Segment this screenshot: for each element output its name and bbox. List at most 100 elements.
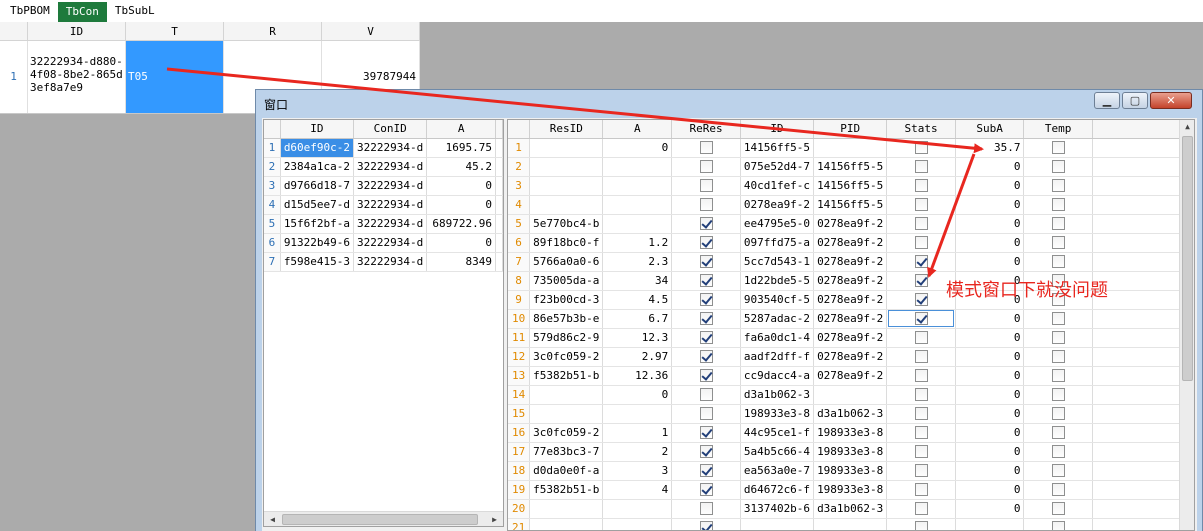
cell-conid[interactable]: 32222934-d: [353, 252, 428, 272]
temp-checkbox[interactable]: [1051, 407, 1065, 421]
cell-temp[interactable]: [1023, 157, 1093, 177]
temp-checkbox[interactable]: [1051, 521, 1065, 530]
stats-checkbox[interactable]: [914, 331, 928, 345]
table-row[interactable]: 5 5e770bc4-b ee4795e5-0 0278ea9f-2 0: [508, 214, 1194, 234]
stats-checkbox[interactable]: [914, 464, 928, 478]
cell-a[interactable]: [602, 518, 673, 530]
cell-reres[interactable]: [671, 366, 741, 386]
column-header-id[interactable]: ID: [28, 22, 126, 41]
cell-id[interactable]: aadf2dff-f: [740, 347, 815, 367]
cell-id[interactable]: 40cd1fef-c: [740, 176, 815, 196]
table-row[interactable]: 1 d60ef90c-2 32222934-d 1695.75: [264, 138, 503, 158]
scrollbar-thumb[interactable]: [282, 514, 478, 525]
cell-a[interactable]: 4.5: [602, 290, 673, 310]
cell-temp[interactable]: [1023, 385, 1093, 405]
right-grid-vertical-scrollbar[interactable]: ▲: [1179, 120, 1194, 530]
cell-id[interactable]: 2384a1ca-2: [280, 157, 355, 177]
cell-a[interactable]: 45.2: [426, 157, 496, 177]
cell-pid[interactable]: 0278ea9f-2: [813, 366, 888, 386]
cell-suba[interactable]: 0: [955, 347, 1025, 367]
cell-id[interactable]: 3137402b-6: [740, 499, 815, 519]
table-row[interactable]: 11 579d86c2-9 12.3 fa6a0dc1-4 0278ea9f-2 0: [508, 328, 1194, 348]
cell-temp[interactable]: [1023, 461, 1093, 481]
temp-checkbox[interactable]: [1051, 160, 1065, 174]
reres-checkbox[interactable]: [699, 274, 713, 288]
cell-temp[interactable]: [1023, 252, 1093, 272]
cell-pid[interactable]: [813, 518, 888, 530]
cell-stats[interactable]: [886, 309, 956, 329]
cell-resid[interactable]: 89f18bc0-f: [529, 233, 604, 253]
scroll-left-icon[interactable]: ◀: [266, 514, 279, 525]
cell-pid[interactable]: 0278ea9f-2: [813, 233, 888, 253]
cell-temp[interactable]: [1023, 499, 1093, 519]
cell-reres[interactable]: [671, 461, 741, 481]
cell-a[interactable]: 3: [602, 461, 673, 481]
table-row[interactable]: 3 d9766d18-7 32222934-d 0: [264, 176, 503, 196]
temp-checkbox[interactable]: [1051, 369, 1065, 383]
cell-a[interactable]: 0: [426, 176, 496, 196]
column-header-r[interactable]: R: [224, 22, 322, 41]
temp-checkbox[interactable]: [1051, 179, 1065, 193]
tab-tbsubl[interactable]: TbSubL: [107, 0, 163, 22]
table-row[interactable]: 16 3c0fc059-2 1 44c95ce1-f 198933e3-8 0: [508, 423, 1194, 443]
cell-resid[interactable]: 579d86c2-9: [529, 328, 604, 348]
cell-suba[interactable]: 0: [955, 157, 1025, 177]
reres-checkbox[interactable]: [699, 502, 713, 516]
cell-reres[interactable]: [671, 271, 741, 291]
temp-checkbox[interactable]: [1051, 198, 1065, 212]
cell-stats[interactable]: [886, 499, 956, 519]
cell-stats[interactable]: [886, 214, 956, 234]
cell-pid[interactable]: [813, 385, 888, 405]
cell-resid[interactable]: f5382b51-b: [529, 480, 604, 500]
cell-resid[interactable]: 77e83bc3-7: [529, 442, 604, 462]
cell-suba[interactable]: 0: [955, 195, 1025, 215]
cell-pid[interactable]: 0278ea9f-2: [813, 309, 888, 329]
cell-suba[interactable]: [955, 518, 1025, 530]
maximize-button[interactable]: ▢: [1122, 92, 1148, 109]
reres-checkbox[interactable]: [699, 255, 713, 269]
reres-checkbox[interactable]: [699, 312, 713, 326]
cell-temp[interactable]: [1023, 328, 1093, 348]
cell-suba[interactable]: 0: [955, 461, 1025, 481]
cell-stats[interactable]: [886, 442, 956, 462]
temp-checkbox[interactable]: [1051, 388, 1065, 402]
cell-resid[interactable]: f5382b51-b: [529, 366, 604, 386]
cell-resid[interactable]: [529, 499, 604, 519]
stats-checkbox[interactable]: [914, 445, 928, 459]
cell-temp[interactable]: [1023, 480, 1093, 500]
temp-checkbox[interactable]: [1051, 426, 1065, 440]
cell-suba[interactable]: 35.7: [955, 138, 1025, 158]
cell-pid[interactable]: 0278ea9f-2: [813, 271, 888, 291]
left-grid-horizontal-scrollbar[interactable]: ◀ ▶: [264, 511, 503, 526]
cell-id[interactable]: f598e415-3: [280, 252, 355, 272]
temp-checkbox[interactable]: [1051, 312, 1065, 326]
table-row[interactable]: 21: [508, 518, 1194, 530]
cell-conid[interactable]: 32222934-d: [353, 233, 428, 253]
table-row[interactable]: 4 0278ea9f-2 14156ff5-5 0: [508, 195, 1194, 215]
cell-pid[interactable]: 14156ff5-5: [813, 176, 888, 196]
cell-a[interactable]: [602, 157, 673, 177]
cell-conid[interactable]: 32222934-d: [353, 214, 428, 234]
cell-conid[interactable]: 32222934-d: [353, 138, 428, 158]
cell-stats[interactable]: [886, 347, 956, 367]
cell-stats[interactable]: [886, 138, 956, 158]
table-row[interactable]: 15 198933e3-8 d3a1b062-3 0: [508, 404, 1194, 424]
cell-temp[interactable]: [1023, 176, 1093, 196]
cell-reres[interactable]: [671, 138, 741, 158]
cell-id[interactable]: 14156ff5-5: [740, 138, 815, 158]
table-row[interactable]: 13 f5382b51-b 12.36 cc9dacc4-a 0278ea9f-2 0: [508, 366, 1194, 386]
cell-id[interactable]: 1d22bde5-5: [740, 271, 815, 291]
cell-resid[interactable]: 5766a0a0-6: [529, 252, 604, 272]
cell-stats[interactable]: [886, 366, 956, 386]
cell-stats[interactable]: [886, 461, 956, 481]
cell-reres[interactable]: [671, 233, 741, 253]
cell-id[interactable]: 5a4b5c66-4: [740, 442, 815, 462]
cell-reres[interactable]: [671, 404, 741, 424]
stats-checkbox[interactable]: [914, 198, 928, 212]
cell-a[interactable]: [602, 195, 673, 215]
cell-resid[interactable]: [529, 385, 604, 405]
temp-checkbox[interactable]: [1051, 445, 1065, 459]
table-row[interactable]: 18 d0da0e0f-a 3 ea563a0e-7 198933e3-8 0: [508, 461, 1194, 481]
cell-a[interactable]: 4: [602, 480, 673, 500]
reres-checkbox[interactable]: [699, 331, 713, 345]
